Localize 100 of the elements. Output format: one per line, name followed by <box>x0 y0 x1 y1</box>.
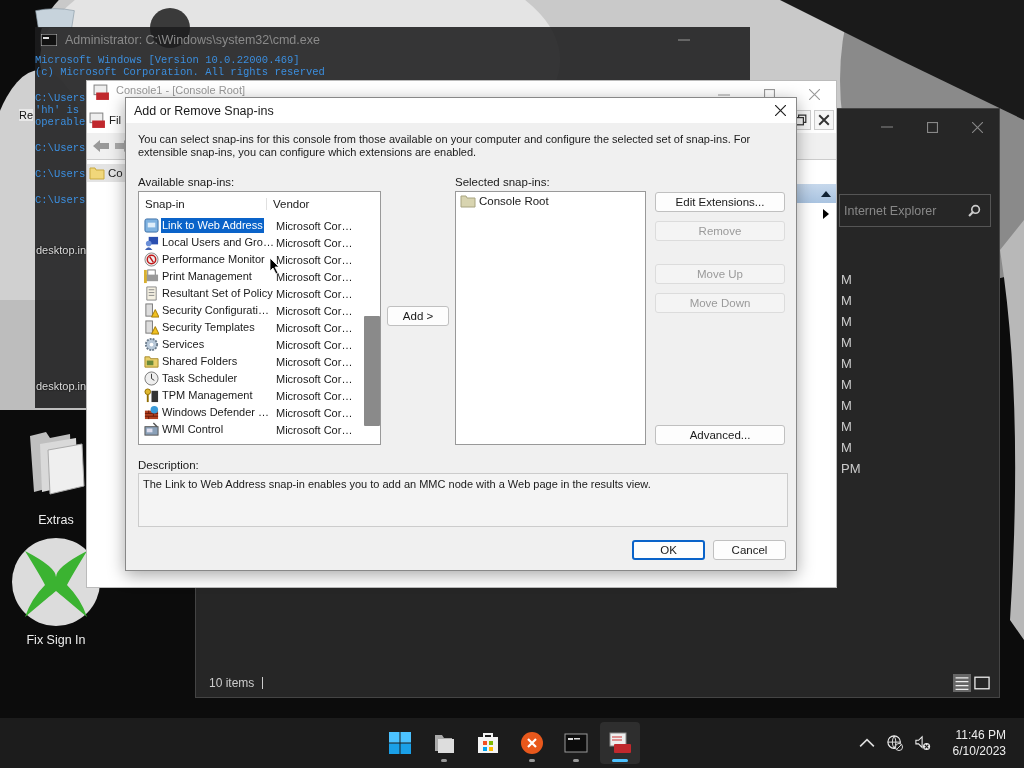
modified-time: M <box>841 439 852 456</box>
clock-date[interactable]: 6/10/2023 <box>952 743 1006 759</box>
modified-time: M <box>841 397 852 414</box>
snapin-name[interactable]: WMI Control <box>161 422 273 437</box>
running-indicator <box>441 759 447 762</box>
toolbox-icon <box>89 111 106 129</box>
terminal-line: C:\Users <box>35 194 86 206</box>
snapin-name[interactable]: Performance Monitor <box>161 252 273 267</box>
brick-wall-icon <box>144 405 159 420</box>
snapin-name[interactable]: Link to Web Address <box>161 218 264 233</box>
snapin-name[interactable]: Print Management <box>161 269 273 284</box>
search-icon[interactable] <box>968 204 981 217</box>
warning-document-icon <box>144 303 159 318</box>
terminal-line: operable <box>35 116 86 128</box>
window-title: Console1 - [Console Root] <box>116 84 246 97</box>
vendor-cell-text: Microsoft Cor… <box>276 236 354 249</box>
selected-label: Selected snap-ins: <box>455 176 551 188</box>
details-view-icon[interactable] <box>953 674 971 692</box>
description-text: The Link to Web Address snap-in enables you to add an MMC node with a Web page in the results view. <box>138 473 788 527</box>
taskbar-button[interactable] <box>600 722 640 764</box>
vendor-cell-text: Microsoft Cor… <box>276 423 354 436</box>
snapin-name[interactable]: Task Scheduler <box>161 371 273 386</box>
web-page-icon <box>144 218 159 233</box>
collapse-arrow-icon[interactable] <box>821 190 831 197</box>
side-button[interactable]: Edit Extensions... <box>655 192 785 212</box>
desktop-icon-label: desktop.in <box>36 244 87 256</box>
modified-time: M <box>841 313 852 330</box>
snapin-name[interactable]: Security Configurati… <box>161 303 273 318</box>
folder-icon <box>460 194 476 208</box>
running-indicator <box>612 759 628 762</box>
modified-time: M <box>841 418 852 435</box>
add-button[interactable]: Add > <box>387 305 449 326</box>
desktop-icon-label: desktop.in <box>36 380 87 392</box>
snapin-name[interactable]: Local Users and Gro… <box>161 235 273 250</box>
snapin-name[interactable]: Security Templates <box>161 320 273 335</box>
computer-icon <box>144 422 159 437</box>
expand-arrow-icon[interactable] <box>823 209 829 219</box>
modified-time: M <box>841 271 852 288</box>
side-button[interactable]: Advanced... <box>655 425 785 445</box>
modified-time: M <box>841 355 852 372</box>
globe-icon[interactable] <box>886 735 903 751</box>
dialog-button[interactable]: Cancel <box>713 540 786 560</box>
start-icon <box>388 731 412 755</box>
snapin-name[interactable]: TPM Management <box>161 388 273 403</box>
menu-item[interactable]: Fil <box>109 114 122 126</box>
terminal-line: C:\Users <box>35 142 86 154</box>
terminal-icon <box>564 731 588 755</box>
snapin-name[interactable]: Windows Defender … <box>161 405 273 420</box>
vendor-cell-text: Microsoft Cor… <box>276 287 354 300</box>
close-icon[interactable] <box>775 105 786 116</box>
scrollbar-thumb[interactable] <box>364 316 380 426</box>
folder-icon <box>89 166 105 180</box>
window-title: Administrator: C:\Windows\system32\cmd.exe <box>65 33 321 47</box>
vendor-cell-text: Microsoft Cor… <box>276 338 354 351</box>
document-icon <box>144 286 159 301</box>
key-icon <box>144 388 159 403</box>
modified-time: M <box>841 334 852 351</box>
gear-icon <box>144 337 159 352</box>
close-circle-icon <box>520 731 544 755</box>
printer-icon <box>144 269 159 284</box>
desktop-icon-label: Fix Sign In <box>26 633 86 647</box>
item-count: 10 items <box>209 677 264 689</box>
back-arrow-icon[interactable] <box>93 140 109 152</box>
terminal-line: C:\Users <box>35 168 86 180</box>
maximize-icon[interactable] <box>927 121 938 133</box>
terminal-line: Microsoft Windows [Version 10.0.22000.469] <box>35 54 300 66</box>
vendor-cell-text: Microsoft Cor… <box>276 372 354 385</box>
terminal-line: C:\Users <box>35 92 86 104</box>
clock-icon <box>144 371 159 386</box>
vendor-cell-text: Microsoft Cor… <box>276 406 354 419</box>
desktop-icon-label: Extras <box>38 513 74 527</box>
gauge-icon <box>144 252 159 267</box>
tiles-view-icon[interactable] <box>973 674 991 692</box>
vendor-cell-text: Microsoft Cor… <box>276 389 354 402</box>
terminal-line: 'hh' is <box>35 104 80 116</box>
instructions-text: You can select snap-ins for this console from those available on your computer and configure the selected set of snap-ins. For extensible snap-ins, you can configure which extensions are enabled. <box>138 133 752 159</box>
vendor-cell-text: Microsoft Cor… <box>276 355 354 368</box>
column-header[interactable]: Vendor <box>267 198 310 210</box>
list-item[interactable]: Console Root <box>460 194 641 208</box>
column-header[interactable]: Snap-in <box>139 198 267 210</box>
snapin-name[interactable]: Resultant Set of Policy <box>161 286 273 301</box>
warning-document-icon <box>144 320 159 335</box>
dialog-title: Add or Remove Snap-ins <box>134 103 274 118</box>
vendor-cell-text: Microsoft Cor… <box>276 321 354 334</box>
vendor-cell-text: Microsoft Cor… <box>276 219 354 232</box>
modified-time: M <box>841 292 852 309</box>
clock-time[interactable]: 11:46 PM <box>955 727 1006 743</box>
desktop-icon-label: Re <box>19 109 34 121</box>
vendor-cell-text: Microsoft Cor… <box>276 304 354 317</box>
description-label: Description: <box>138 459 200 471</box>
muted-speaker-icon[interactable] <box>914 735 931 751</box>
snapin-name[interactable]: Shared Folders <box>161 354 273 369</box>
folder-icon <box>144 354 159 369</box>
search-field[interactable]: Internet Explorer <box>839 194 991 227</box>
vendor-cell-text: Microsoft Cor… <box>276 270 354 283</box>
toolbox-icon <box>93 84 110 101</box>
snapin-name[interactable]: Services <box>161 337 273 352</box>
dialog-button[interactable]: OK <box>632 540 705 560</box>
terminal-icon <box>41 34 57 46</box>
terminal-line: (c) Microsoft Corporation. All rights reserved <box>35 66 325 78</box>
